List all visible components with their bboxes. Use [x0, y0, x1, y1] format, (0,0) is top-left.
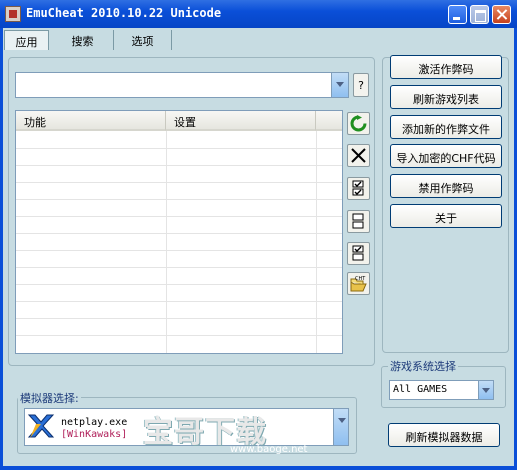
cht-text: CHT [355, 276, 366, 282]
table-row[interactable] [16, 301, 342, 302]
table-row[interactable] [16, 267, 342, 268]
watermark-url: www.baoge.net [230, 444, 308, 455]
maximize-button[interactable] [470, 5, 489, 24]
chevron-down-icon[interactable] [331, 73, 348, 97]
game-system-label: 游戏系统选择 [388, 358, 458, 374]
table-row[interactable] [16, 165, 342, 166]
table-row[interactable] [16, 199, 342, 200]
table-row[interactable] [16, 335, 342, 336]
activate-cheats-button[interactable]: 激活作弊码 [390, 55, 502, 79]
column-header-extra [316, 111, 342, 131]
table-row[interactable] [16, 250, 342, 251]
tab-apply[interactable]: 应用 [4, 30, 49, 50]
toggle-check-icon[interactable] [347, 242, 370, 265]
game-select-dropdown[interactable] [15, 72, 349, 98]
refresh-emulator-button[interactable]: 刷新模拟器数据 [388, 423, 500, 447]
kawaks-logo-icon [27, 414, 55, 438]
table-row[interactable] [16, 233, 342, 234]
tab-options[interactable]: 选项 [114, 30, 172, 50]
game-system-value: All GAMES [393, 384, 448, 395]
table-row[interactable] [16, 182, 342, 183]
table-row[interactable] [16, 318, 342, 319]
import-chf-button[interactable]: 导入加密的CHF代码 [390, 144, 502, 168]
table-row[interactable] [16, 216, 342, 217]
emulator-name: [WinKawaks] [61, 429, 128, 440]
add-cheat-file-button[interactable]: 添加新的作弊文件 [390, 115, 502, 139]
chevron-down-icon[interactable] [333, 409, 348, 445]
minimize-button[interactable] [448, 5, 467, 24]
window-left-border [0, 28, 3, 470]
cheat-table[interactable]: 功能 设置 [15, 110, 343, 354]
disable-cheats-button[interactable]: 禁用作弊码 [390, 174, 502, 198]
title-bar[interactable]: EmuCheat 2010.10.22 Unicode [0, 0, 517, 28]
refresh-icon[interactable] [347, 112, 370, 135]
close-button[interactable] [492, 5, 511, 24]
about-button[interactable]: 关于 [390, 204, 502, 228]
table-row[interactable] [16, 148, 342, 149]
table-row[interactable] [16, 284, 342, 285]
refresh-game-list-button[interactable]: 刷新游戏列表 [390, 85, 502, 109]
uncheck-all-icon[interactable] [347, 210, 370, 233]
chevron-down-icon[interactable] [478, 381, 493, 399]
delete-icon[interactable] [347, 144, 370, 167]
emulator-exe: netplay.exe [61, 417, 128, 428]
tab-search[interactable]: 搜索 [52, 30, 114, 50]
open-cht-icon[interactable]: CHT [347, 272, 370, 295]
emulator-select-label: 模拟器选择: [18, 390, 81, 406]
app-icon [5, 6, 21, 22]
column-header-function[interactable]: 功能 [16, 111, 166, 131]
check-all-icon[interactable] [347, 177, 370, 200]
game-system-select[interactable]: All GAMES [389, 380, 494, 400]
window-title: EmuCheat 2010.10.22 Unicode [26, 6, 222, 20]
column-header-setting[interactable]: 设置 [166, 111, 316, 131]
window-bottom-border [0, 466, 517, 470]
help-button[interactable]: ? [353, 73, 369, 97]
